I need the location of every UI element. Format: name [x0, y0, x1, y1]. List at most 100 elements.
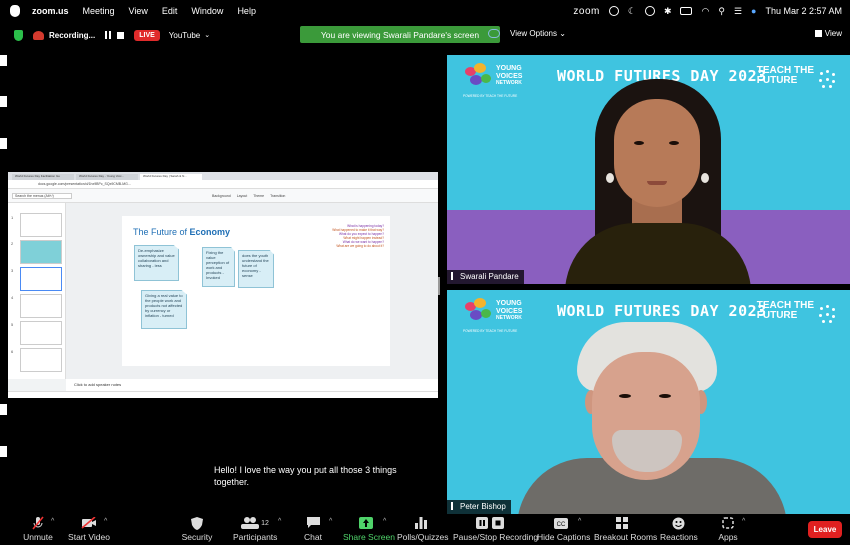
slide-thumbnail-panel: 1 2 3 4 5 6: [8, 203, 66, 379]
wifi-icon[interactable]: ◠: [701, 6, 709, 17]
slide-thumbnail[interactable]: [20, 348, 62, 372]
participants-label: Participants: [233, 532, 278, 542]
svg-text:CC: CC: [557, 522, 566, 528]
chat-options-caret[interactable]: ^: [329, 518, 332, 525]
powered-by-text: POWERED BY TEACH THE FUTURE: [463, 94, 518, 98]
view-button[interactable]: View: [814, 29, 842, 38]
pause-stop-recording-button[interactable]: Pause/Stop Recording: [453, 516, 538, 542]
current-slide[interactable]: The Future of Economy What is happening …: [122, 216, 390, 366]
menu-help[interactable]: Help: [237, 6, 256, 16]
stream-target[interactable]: YouTube: [169, 31, 200, 40]
captions-options-caret[interactable]: ^: [578, 518, 581, 525]
org-line: YOUNG: [496, 65, 522, 72]
security-button[interactable]: Security: [179, 516, 215, 542]
shield-icon: [179, 516, 215, 530]
chevron-down-icon[interactable]: ⌄: [204, 31, 210, 39]
moon-icon[interactable]: ☾: [628, 6, 636, 17]
apps-options-caret[interactable]: ^: [742, 518, 745, 525]
participants-button[interactable]: 12 Participants: [233, 516, 277, 542]
slides-toolbar: Search the menus (Alt+/) Background Layo…: [8, 189, 438, 203]
zoom-status-bar: Recording... LIVE YouTube ⌄ You are view…: [0, 22, 850, 48]
background-button[interactable]: Background: [212, 194, 231, 198]
play-icon[interactable]: [644, 6, 655, 16]
control-center-icon[interactable]: ☰: [734, 6, 742, 17]
slide-number: 6: [11, 349, 14, 354]
video-tile-swarali[interactable]: YOUNG VOICES NETWORK POWERED BY TEACH TH…: [447, 55, 850, 284]
slide-thumbnail[interactable]: [20, 213, 62, 237]
video-options-caret[interactable]: ^: [104, 518, 107, 525]
leave-button[interactable]: Leave: [808, 521, 842, 538]
transition-button[interactable]: Transition: [270, 194, 285, 198]
org-line: NETWORK: [496, 315, 522, 321]
recording-border-mark: [0, 446, 7, 457]
layout-button[interactable]: Layout: [237, 194, 248, 198]
org-line: YOUNG: [496, 300, 522, 307]
breakout-rooms-button[interactable]: Breakout Rooms: [594, 516, 658, 542]
sticky-note[interactable]: does the youth understand the future of …: [238, 250, 274, 288]
view-options-button[interactable]: View Options ⌄: [510, 29, 566, 38]
spotlight-icon[interactable]: ⚲: [718, 6, 725, 17]
sticky-note[interactable]: Giving a real value to the people work a…: [141, 290, 187, 329]
participant-name-tag: Swarali Pandare: [447, 270, 524, 284]
view-icon: [814, 30, 822, 37]
sticky-note[interactable]: Fixing the value perception of work and …: [202, 247, 235, 287]
chat-button[interactable]: Chat: [301, 516, 325, 542]
split-view-handle[interactable]: [438, 277, 440, 295]
polls-button[interactable]: Polls/Quizzes: [397, 516, 449, 542]
search-menus-input[interactable]: Search the menus (Alt+/): [12, 192, 72, 199]
participants-count: 12: [261, 519, 269, 527]
pause-stop-icon: [453, 516, 527, 530]
zoom-status-item[interactable]: zoom: [573, 6, 599, 17]
screen-record-icon[interactable]: [608, 6, 619, 16]
stop-recording-icon[interactable]: [117, 31, 125, 39]
siri-icon[interactable]: ●: [751, 6, 756, 16]
chat-icon: [301, 516, 325, 530]
url-bar[interactable]: docs.google.com/presentation/d/1hx9BPc_S…: [8, 180, 438, 189]
menu-window[interactable]: Window: [191, 6, 223, 16]
live-caption: Hello! I love the way you put all those …: [209, 463, 409, 489]
speaker-notes[interactable]: Click to add speaker notes: [66, 379, 438, 391]
slide-thumbnail[interactable]: [20, 240, 62, 264]
bluetooth-icon[interactable]: ✱: [664, 6, 672, 17]
apps-button[interactable]: Apps: [718, 516, 738, 542]
menu-clock[interactable]: Thu Mar 2 2:57 AM: [765, 6, 842, 16]
theme-button[interactable]: Theme: [253, 194, 264, 198]
share-options-caret[interactable]: ^: [383, 518, 386, 525]
participants-options-caret[interactable]: ^: [278, 518, 281, 525]
reactions-button[interactable]: Reactions: [660, 516, 698, 542]
menu-view[interactable]: View: [129, 6, 148, 16]
apple-icon[interactable]: [10, 5, 20, 17]
slide-thumbnail[interactable]: [20, 294, 62, 318]
browser-tab[interactable]: World Futures Day Facilitation Gu: [12, 174, 74, 180]
sticky-note[interactable]: De-emphasize ownership and value collabo…: [134, 245, 179, 281]
menu-meeting[interactable]: Meeting: [83, 6, 115, 16]
slide-thumbnail-selected[interactable]: [20, 267, 62, 291]
view-options-label: View Options: [510, 29, 557, 38]
young-voices-network-text: YOUNG VOICES NETWORK: [496, 300, 522, 323]
app-menu-zoom[interactable]: zoom.us: [32, 6, 69, 16]
participant-earring: [606, 173, 614, 183]
slide-thumbnail[interactable]: [20, 321, 62, 345]
security-shield-icon[interactable]: [14, 29, 23, 41]
security-label: Security: [181, 532, 213, 542]
teach-the-future-logo: TEACH THE FUTURE: [757, 66, 814, 86]
menu-edit[interactable]: Edit: [162, 6, 178, 16]
participant-eye: [659, 394, 671, 398]
browser-tab[interactable]: World Futures Day - Young Voic...: [76, 174, 138, 180]
pause-recording-icon[interactable]: [105, 31, 112, 39]
org-line: VOICES: [496, 72, 523, 80]
breakout-rooms-label: Breakout Rooms: [594, 532, 658, 542]
browser-tab-active[interactable]: World Futures Day | Sarah & N...: [140, 174, 202, 180]
battery-icon[interactable]: [680, 7, 693, 15]
video-tile-peter[interactable]: YOUNG VOICES NETWORK POWERED BY TEACH TH…: [447, 290, 850, 514]
slide-title-plain: The Future of: [133, 227, 190, 237]
participant-face: [614, 99, 700, 207]
org-line: NETWORK: [496, 80, 522, 86]
org-line: VOICES: [496, 307, 523, 315]
slide-title: The Future of Economy: [133, 227, 230, 237]
meeting-toolbar: Unmute ^ Start Video ^ Security 12 Parti…: [0, 514, 850, 545]
live-badge[interactable]: LIVE: [134, 29, 160, 41]
audio-options-caret[interactable]: ^: [51, 518, 54, 525]
slide-title-bold: Economy: [189, 227, 231, 237]
shared-screen[interactable]: World Futures Day Facilitation Gu World …: [8, 172, 438, 398]
